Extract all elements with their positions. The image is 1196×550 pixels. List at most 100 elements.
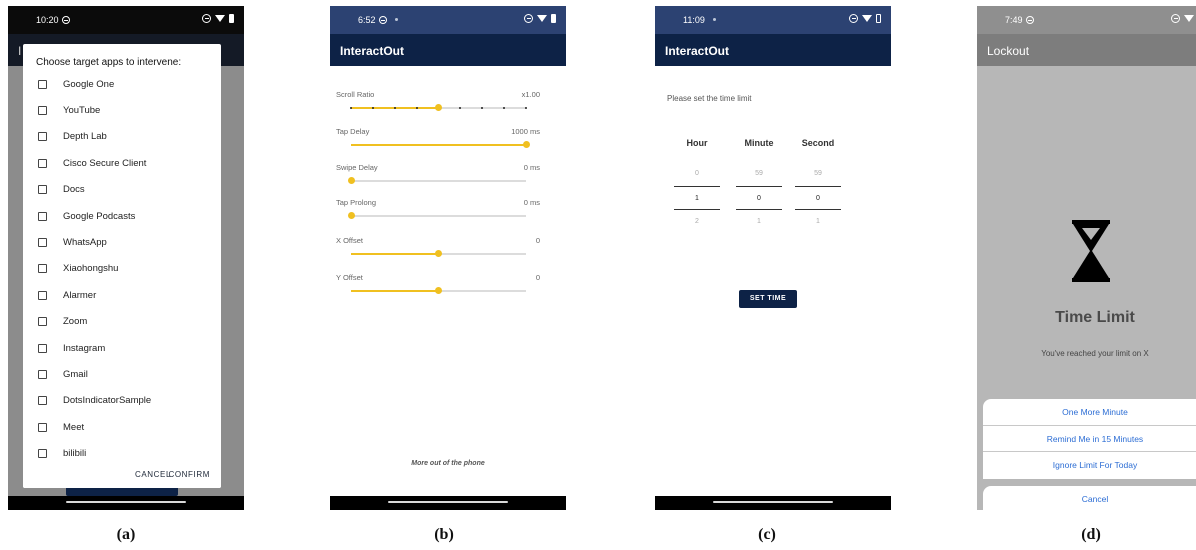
slider-fill	[351, 253, 439, 255]
setting-slider[interactable]	[347, 212, 526, 219]
app-checkbox[interactable]	[38, 238, 47, 248]
list-item[interactable]: Google One	[23, 71, 221, 97]
app-checkbox[interactable]	[38, 158, 47, 168]
app-name: Cisco Secure Client	[63, 157, 147, 169]
set-time-button[interactable]: SET TIME	[739, 290, 797, 308]
setting-row: Tap Delay 1000 ms	[336, 127, 540, 136]
setting-slider[interactable]	[351, 141, 530, 148]
list-item[interactable]: Meet	[23, 414, 221, 440]
second-header: Second	[801, 138, 835, 148]
list-item[interactable]: Instagram	[23, 335, 221, 361]
slider-thumb[interactable]	[347, 177, 355, 184]
home-gesture-handle[interactable]	[388, 501, 508, 503]
app-checkbox[interactable]	[38, 79, 47, 89]
app-checkbox[interactable]	[38, 343, 47, 353]
time-limit-prompt: Please set the time limit	[667, 94, 752, 103]
dnd-status-icon	[849, 14, 858, 23]
slider-tick	[415, 107, 418, 109]
slider-tick	[350, 107, 352, 109]
app-checkbox[interactable]	[38, 211, 47, 221]
app-name: bilibili	[63, 448, 87, 460]
list-item[interactable]: Xiaohongshu	[23, 256, 221, 282]
setting-label: Y Offset	[336, 273, 363, 282]
list-item[interactable]: YouTube	[23, 97, 221, 123]
setting-row: Swipe Delay 0 ms	[336, 163, 540, 172]
nav-bar	[330, 496, 566, 510]
list-item[interactable]: Alarmer	[23, 282, 221, 308]
setting-slider[interactable]	[350, 104, 527, 111]
slider-thumb[interactable]	[522, 141, 530, 148]
action-sheet: One More Minute Remind Me in 15 Minutes …	[983, 399, 1196, 479]
wifi-icon	[1184, 15, 1194, 22]
cancel-button[interactable]: CANCEL	[135, 470, 171, 479]
second-picker[interactable]: Second 59 0 1	[795, 138, 841, 234]
phone-screen-b: 6:52 InteractOut Scroll Ratio x1.00 Tap De…	[330, 6, 566, 510]
nav-bar	[655, 496, 891, 510]
setting-slider[interactable]	[351, 250, 526, 257]
cancel-button[interactable]: Cancel	[983, 486, 1196, 510]
app-checkbox[interactable]	[38, 369, 47, 379]
app-name: YouTube	[63, 105, 101, 117]
time-limit-title: Time Limit	[1055, 309, 1135, 326]
second-selected-value[interactable]: 0	[795, 186, 841, 210]
wifi-icon	[862, 15, 872, 22]
second-below-value[interactable]: 1	[795, 210, 841, 234]
app-checkbox[interactable]	[38, 396, 47, 406]
setting-value: 1000 ms	[511, 127, 540, 136]
app-checkbox[interactable]	[38, 317, 47, 327]
slider-thumb[interactable]	[435, 104, 442, 111]
app-name: Depth Lab	[63, 131, 107, 143]
home-gesture-handle[interactable]	[713, 501, 833, 503]
setting-label: Tap Delay	[336, 127, 370, 136]
notification-dot-icon	[394, 18, 398, 21]
caption-a: (a)	[116, 526, 136, 543]
confirm-button[interactable]: CONFIRM	[168, 470, 210, 479]
app-checkbox[interactable]	[38, 422, 47, 432]
hour-below-value[interactable]: 2	[674, 210, 720, 234]
battery-icon	[876, 14, 881, 23]
list-item[interactable]: Zoom	[23, 309, 221, 335]
setting-label: Tap Prolong	[336, 198, 377, 207]
setting-row: Tap Prolong 0 ms	[336, 198, 540, 207]
second-above-value[interactable]: 59	[795, 162, 841, 186]
hourglass-icon	[1072, 220, 1110, 282]
app-checkbox[interactable]	[38, 449, 47, 459]
app-name: Meet	[63, 421, 85, 433]
list-item[interactable]: Depth Lab	[23, 124, 221, 150]
app-checkbox[interactable]	[38, 290, 47, 300]
setting-slider[interactable]	[347, 177, 526, 184]
slider-tick	[371, 107, 374, 109]
app-checkbox[interactable]	[38, 106, 47, 116]
ignore-limit-today-button[interactable]: Ignore Limit For Today	[983, 452, 1196, 479]
list-item[interactable]: Cisco Secure Client	[23, 150, 221, 176]
setting-slider[interactable]	[351, 287, 526, 294]
list-item[interactable]: Docs	[23, 177, 221, 203]
app-checkbox[interactable]	[38, 264, 47, 274]
setting-value: 0	[535, 236, 540, 245]
list-item[interactable]: WhatsApp	[23, 229, 221, 255]
one-more-minute-button[interactable]: One More Minute	[983, 399, 1196, 426]
slider-thumb[interactable]	[347, 212, 355, 219]
hour-header: Hour	[686, 138, 708, 148]
minute-below-value[interactable]: 1	[736, 210, 782, 234]
slider-fill	[351, 290, 439, 292]
list-item[interactable]: Google Podcasts	[23, 203, 221, 229]
minute-above-value[interactable]: 59	[736, 162, 782, 186]
home-gesture-handle[interactable]	[66, 501, 186, 503]
hour-selected-value[interactable]: 1	[674, 186, 720, 210]
setting-value: 0 ms	[523, 163, 540, 172]
slider-thumb[interactable]	[435, 250, 442, 257]
dnd-status-icon	[1171, 14, 1180, 23]
hour-above-value[interactable]: 0	[674, 162, 720, 186]
slider-thumb[interactable]	[435, 287, 442, 294]
hour-picker[interactable]: Hour 0 1 2	[674, 138, 720, 234]
app-list[interactable]: Google One YouTube Depth Lab Cisco Secure C…	[23, 71, 221, 463]
app-checkbox[interactable]	[38, 132, 47, 142]
list-item[interactable]: Gmail	[23, 361, 221, 387]
setting-label: Swipe Delay	[336, 163, 378, 172]
list-item[interactable]: DotsIndicatorSample	[23, 388, 221, 414]
remind-15-minutes-button[interactable]: Remind Me in 15 Minutes	[983, 426, 1196, 453]
minute-picker[interactable]: Minute 59 0 1	[736, 138, 782, 234]
app-checkbox[interactable]	[38, 185, 47, 195]
minute-selected-value[interactable]: 0	[736, 186, 782, 210]
